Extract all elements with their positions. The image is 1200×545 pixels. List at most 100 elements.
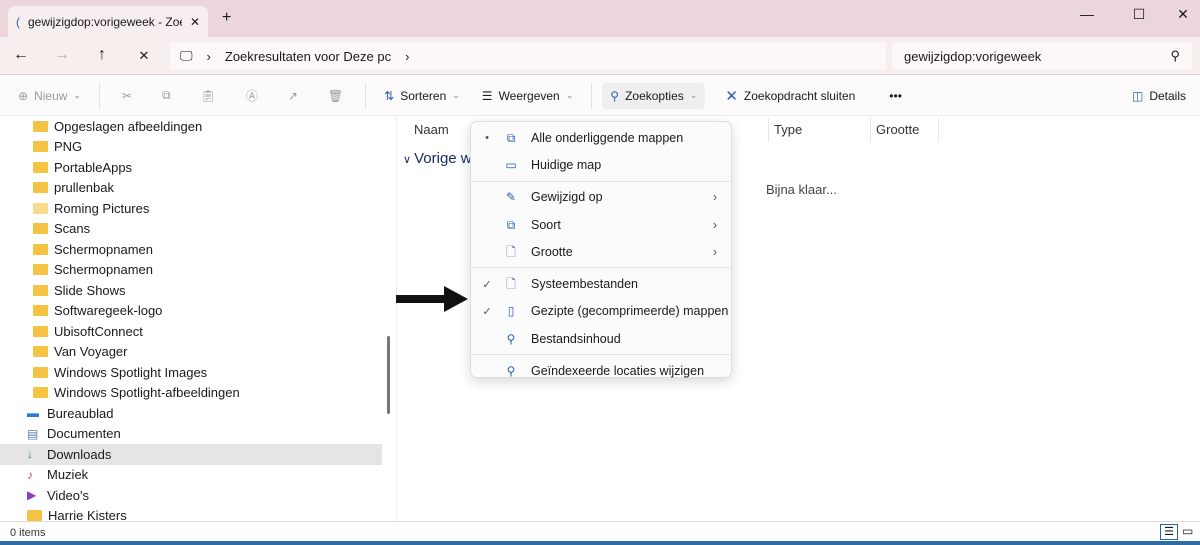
stop-button[interactable]: ✕: [132, 48, 156, 64]
details-button[interactable]: ◫ Details: [1124, 83, 1194, 109]
sidebar-item[interactable]: Windows Spotlight Images: [0, 362, 382, 383]
column-header-name[interactable]: Naam: [414, 122, 449, 137]
more-button[interactable]: •••: [881, 83, 910, 109]
size-icon: 🗋︎: [506, 244, 516, 259]
back-button[interactable]: ←: [9, 46, 33, 64]
divider: [870, 118, 871, 142]
loading-icon: (: [16, 14, 20, 29]
copy-icon[interactable]: ⧉: [150, 82, 183, 109]
sidebar-item-label: Downloads: [47, 446, 112, 462]
search-icon[interactable]: ⚲: [1170, 48, 1180, 64]
column-header-size[interactable]: Grootte: [876, 122, 919, 137]
delete-icon[interactable]: 🗑︎: [316, 83, 355, 109]
sidebar-item-label: PortableApps: [54, 159, 133, 175]
menu-item-label: Bestandsinhoud: [531, 331, 621, 346]
sidebar-item[interactable]: Schermopnamen: [0, 239, 382, 260]
sidebar-item-label: Scans: [54, 221, 91, 237]
menu-item[interactable]: ✓ ▯ Gezipte (gecomprimeerde) mappen: [471, 298, 731, 325]
menu-item[interactable]: ⧉ Soort ›: [471, 211, 731, 238]
menu-item[interactable]: ✓ 🗋︎ Systeembestanden: [471, 270, 731, 297]
menu-item[interactable]: 🗋︎ Grootte ›: [471, 238, 731, 265]
close-tab-icon[interactable]: ✕: [190, 15, 200, 29]
sidebar-item-label: Documenten: [47, 426, 121, 442]
details-view-button[interactable]: ☰: [1160, 524, 1178, 540]
menu-item[interactable]: • ⧉ Alle onderliggende mappen: [471, 124, 731, 151]
forward-button[interactable]: →: [50, 46, 74, 64]
music-icon: ♪: [27, 467, 33, 482]
group-header[interactable]: ∨ Vorige w: [403, 150, 472, 167]
subfolders-icon: ⧉: [506, 130, 516, 145]
video-icon: ▶: [27, 488, 37, 503]
sidebar-item[interactable]: Windows Spotlight-afbeeldingen: [0, 383, 382, 404]
sidebar-item[interactable]: Slide Shows: [0, 280, 382, 301]
sidebar-item[interactable]: ▤ Documenten: [0, 424, 382, 445]
menu-item[interactable]: ⚲ Geïndexeerde locaties wijzigen: [471, 357, 731, 384]
folder-icon: ▭: [505, 157, 517, 172]
close-button[interactable]: ✕: [1168, 6, 1198, 23]
tab-search[interactable]: ( gewijzigdop:vorigeweek - Zoel ✕: [8, 6, 208, 37]
sidebar-item[interactable]: Scans: [0, 219, 382, 240]
menu-item[interactable]: ⚲ Bestandsinhoud: [471, 325, 731, 352]
folder-icon: [33, 346, 48, 358]
tiles-view-button[interactable]: ▭: [1182, 524, 1193, 538]
rename-icon[interactable]: Ⓐ: [234, 81, 270, 110]
sidebar-item[interactable]: ↓ Downloads: [0, 444, 382, 465]
search-input[interactable]: gewijzigdop:vorigeweek ⚲: [892, 42, 1192, 70]
search-options-icon: ⚲: [610, 88, 620, 103]
breadcrumb-segment[interactable]: Zoekresultaten voor Deze pc: [225, 49, 391, 64]
sidebar-item[interactable]: Opgeslagen afbeeldingen: [0, 116, 382, 137]
sidebar-item[interactable]: UbisoftConnect: [0, 321, 382, 342]
tab-title: gewijzigdop:vorigeweek - Zoel: [28, 14, 182, 29]
up-button[interactable]: ↑: [90, 46, 114, 64]
sidebar-item-label: Windows Spotlight-afbeeldingen: [54, 385, 240, 401]
menu-item[interactable]: ▭ Huidige map: [471, 151, 731, 178]
sidebar-item[interactable]: Van Voyager: [0, 342, 382, 363]
search-options-button[interactable]: ⚲ Zoekopties ⌄: [602, 82, 706, 109]
sidebar-item[interactable]: ♪ Muziek: [0, 465, 382, 486]
address-bar[interactable]: 🖵 › Zoekresultaten voor Deze pc ›: [170, 42, 886, 70]
sidebar-item[interactable]: PortableApps: [0, 157, 382, 178]
share-icon[interactable]: ↗: [276, 83, 310, 109]
menu-item-label: Gezipte (gecomprimeerde) mappen: [531, 304, 729, 319]
item-count: 0 items: [10, 527, 46, 539]
sort-button[interactable]: ⇅ Sorteren ⌄: [376, 83, 468, 109]
sidebar-item-label: Schermopnamen: [54, 262, 153, 278]
menu-item-label: Systeembestanden: [531, 277, 639, 292]
sidebar-item-label: Opgeslagen afbeeldingen: [54, 118, 203, 134]
index-icon: ⚲: [506, 364, 516, 379]
column-header-type[interactable]: Type: [774, 122, 802, 137]
close-search-button[interactable]: ✕ Zoekopdracht sluiten: [717, 81, 863, 111]
folder-icon: [33, 325, 48, 337]
command-bar: ⊕ Nieuw ⌄ ✂ ⧉ 📋︎ Ⓐ ↗ 🗑︎ ⇅ Sorteren ⌄ ☰ Weerge…: [0, 76, 1200, 116]
minimize-button[interactable]: —: [1072, 6, 1102, 22]
cut-icon[interactable]: ✂: [110, 83, 144, 109]
chevron-down-icon: ⌄: [73, 90, 81, 100]
sidebar-item[interactable]: ▬ Bureaublad: [0, 403, 382, 424]
taskbar-edge: [0, 541, 1200, 545]
sidebar-scrollbar[interactable]: [387, 336, 390, 414]
chevron-right-icon[interactable]: ›: [405, 49, 409, 64]
menu-item[interactable]: ✎ Gewijzigd op ›: [471, 184, 731, 211]
sidebar-item[interactable]: Schermopnamen: [0, 260, 382, 281]
maximize-button[interactable]: ☐: [1124, 6, 1154, 23]
divider: [938, 118, 939, 142]
new-button[interactable]: ⊕ Nieuw ⌄: [10, 83, 89, 109]
new-tab-button[interactable]: +: [222, 9, 231, 27]
menu-item-label: Geïndexeerde locaties wijzigen: [531, 364, 705, 379]
sidebar-item[interactable]: Roming Pictures: [0, 198, 382, 219]
sidebar-item[interactable]: Harrie Kisters: [0, 506, 382, 521]
sidebar-item-label: PNG: [54, 139, 83, 155]
sidebar-item[interactable]: prullenbak: [0, 178, 382, 199]
sidebar-item-label: Muziek: [47, 467, 89, 483]
sidebar-item-label: prullenbak: [54, 180, 114, 196]
sidebar-item[interactable]: Softwaregeek-logo: [0, 301, 382, 322]
folder-icon: [33, 182, 48, 194]
paste-icon[interactable]: 📋︎: [189, 83, 228, 109]
menu-item-label: Huidige map: [531, 157, 602, 172]
sidebar-item[interactable]: PNG: [0, 137, 382, 158]
folder-icon: [33, 264, 48, 276]
chevron-right-icon: ›: [712, 190, 717, 205]
menu-item-label: Grootte: [531, 244, 573, 259]
view-button[interactable]: ☰ Weergeven ⌄: [474, 83, 581, 109]
sidebar-item[interactable]: ▶ Video's: [0, 485, 382, 506]
